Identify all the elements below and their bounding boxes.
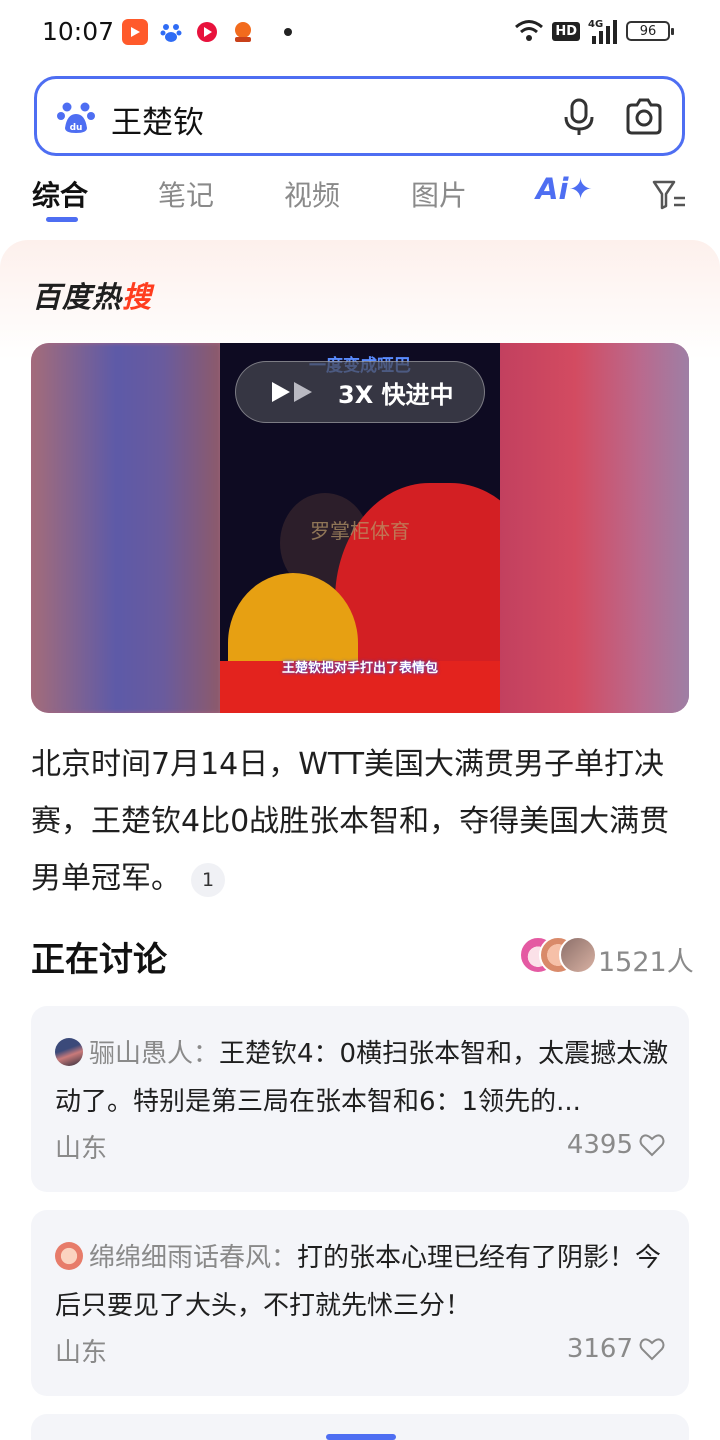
baidu-paw-icon: du <box>57 102 95 133</box>
like-count: 4395 <box>566 1130 633 1160</box>
heart-icon <box>639 1338 665 1361</box>
citation-badge[interactable]: 1 <box>191 862 225 897</box>
notification-dot <box>284 28 292 36</box>
svg-text:du: du <box>70 123 83 133</box>
fast-forward-label: 3X 快进中 <box>338 380 454 409</box>
tab-comprehensive[interactable]: 综合 <box>32 174 88 214</box>
filter-icon[interactable] <box>652 178 686 212</box>
comment-body: 骊山愚人：王楚钦4：0横扫张本智和，太震撼太激动了。特别是第三局在张本智和6：1… <box>55 1030 669 1126</box>
baidu-app-icon <box>158 19 184 45</box>
comment-location: 山东 <box>55 1134 108 1164</box>
discussion-count: 1521人 <box>598 947 694 978</box>
signal-icon: 4G <box>588 19 617 44</box>
microphone-icon[interactable] <box>559 97 599 137</box>
music-app-icon <box>194 19 220 45</box>
status-indicators: HD 4G 96 <box>514 18 674 44</box>
status-time: 10:07 <box>42 17 115 46</box>
comment-author[interactable]: 骊山愚人： <box>55 1039 219 1069</box>
camera-icon[interactable] <box>623 97 665 137</box>
wifi-icon <box>515 20 544 41</box>
battery-icon: 96 <box>626 21 674 41</box>
hd-badge: HD <box>552 21 580 41</box>
video-blur-right <box>499 343 689 713</box>
video-caption-bottom: 王楚钦把对手打出了表情包 <box>281 661 438 676</box>
comment-location: 山东 <box>55 1338 108 1368</box>
search-tabs: 综合 笔记 视频 图片 Ai✦ <box>0 168 720 228</box>
tab-videos[interactable]: 视频 <box>284 174 340 214</box>
like-count: 3167 <box>566 1334 633 1364</box>
comment-card[interactable]: 绵绵细雨话春风：打的张本心理已经有了阴影！今后只要见了大头，不打就先怵三分！ 山… <box>31 1210 689 1396</box>
fast-forward-indicator: 3X 快进中 <box>235 361 485 423</box>
tab-ai[interactable]: Ai✦ <box>536 172 593 206</box>
search-input[interactable]: 王楚钦 <box>111 97 204 142</box>
tab-notes[interactable]: 笔记 <box>158 174 214 214</box>
like-button[interactable]: 3167 <box>567 1334 665 1364</box>
discussion-avatars <box>519 936 597 976</box>
svg-text:4G: 4G <box>588 19 603 30</box>
sports-app-icon <box>230 19 256 45</box>
tab-active-indicator <box>46 217 78 222</box>
home-indicator[interactable] <box>326 1434 396 1440</box>
video-app-icon <box>122 19 148 45</box>
video-player[interactable]: 一度变成哑巴 罗掌柜体育 王楚钦把对手打出了表情包 3X 快进中 <box>31 343 689 713</box>
summary-text: 北京时间7月14日，WTT美国大满贯男子单打决赛，王楚钦4比0战胜张本智和，夺得… <box>31 747 670 897</box>
video-watermark: 罗掌柜体育 <box>310 519 410 543</box>
discussion-title: 正在讨论 <box>31 940 167 980</box>
comment-body: 绵绵细雨话春风：打的张本心理已经有了阴影！今后只要见了大头，不打就先怵三分！ <box>55 1234 669 1330</box>
heart-icon <box>639 1134 665 1157</box>
avatar <box>559 936 597 974</box>
hot-search-card: 百度热搜 一度变成哑巴 罗掌柜体育 王楚钦把对手打出了表情包 3X 快进中 北京… <box>0 240 720 1440</box>
hot-search-logo: 百度热搜 <box>32 280 153 314</box>
video-blur-left <box>31 343 221 713</box>
like-button[interactable]: 4395 <box>567 1130 665 1160</box>
comment-card[interactable]: 骊山愚人：王楚钦4：0横扫张本智和，太震撼太激动了。特别是第三局在张本智和6：1… <box>31 1006 689 1192</box>
status-bar: 10:07 HD 4G 96 <box>0 0 720 64</box>
tab-images[interactable]: 图片 <box>411 174 467 214</box>
comment-author[interactable]: 绵绵细雨话春风： <box>55 1243 297 1273</box>
search-box[interactable]: du 王楚钦 <box>34 76 685 156</box>
fast-forward-icon <box>272 382 312 402</box>
status-app-icons <box>122 19 292 45</box>
